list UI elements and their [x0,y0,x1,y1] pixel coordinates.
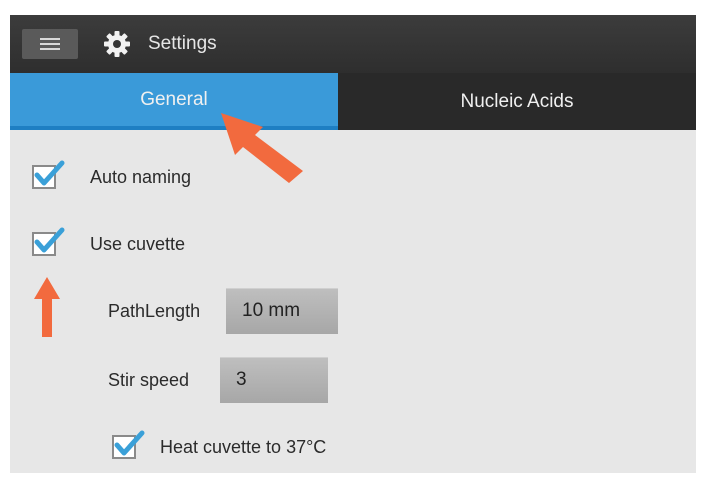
auto-naming-row: Auto naming [32,160,192,189]
heat-cuvette-row: Heat cuvette to 37°C [112,430,327,459]
title-bar: Settings [10,15,696,73]
menu-bar-line [40,48,60,50]
checkmark-icon [34,160,65,186]
heat-cuvette-label: Heat cuvette to 37°C [160,436,327,457]
use-cuvette-row: Use cuvette [32,227,186,256]
orange-arrow-icon [34,277,60,337]
hamburger-menu-icon[interactable] [22,29,78,59]
path-length-field[interactable]: 10 mm [226,288,338,334]
checkmark-icon [34,227,65,253]
menu-bar-line [40,43,60,45]
auto-naming-label: Auto naming [90,166,192,187]
path-length-value: 10 mm [242,300,301,321]
tab-nucleic-acids[interactable]: Nucleic Acids [338,73,696,130]
stir-speed-row: Stir speed 3 [108,357,328,403]
page-title: Settings [148,33,217,54]
settings-screen: Settings General Nucleic Acids Auto nami… [10,15,696,473]
stir-speed-label: Stir speed [108,369,190,390]
auto-naming-checkbox[interactable] [32,160,65,189]
tab-nucleic-acids-label: Nucleic Acids [460,90,574,112]
menu-bar-line [40,38,60,40]
checkmark-icon [114,430,145,456]
stir-speed-value: 3 [236,369,247,390]
path-length-row: PathLength 10 mm [108,288,338,334]
path-length-label: PathLength [108,300,201,321]
heat-cuvette-checkbox[interactable] [112,430,145,459]
use-cuvette-checkbox[interactable] [32,227,65,256]
use-cuvette-label: Use cuvette [90,233,186,254]
orange-arrow-icon [221,113,303,183]
stir-speed-field[interactable]: 3 [220,357,328,403]
gear-icon [102,29,132,59]
tab-bar: General Nucleic Acids [10,73,696,130]
tab-general-label: General [140,88,208,110]
